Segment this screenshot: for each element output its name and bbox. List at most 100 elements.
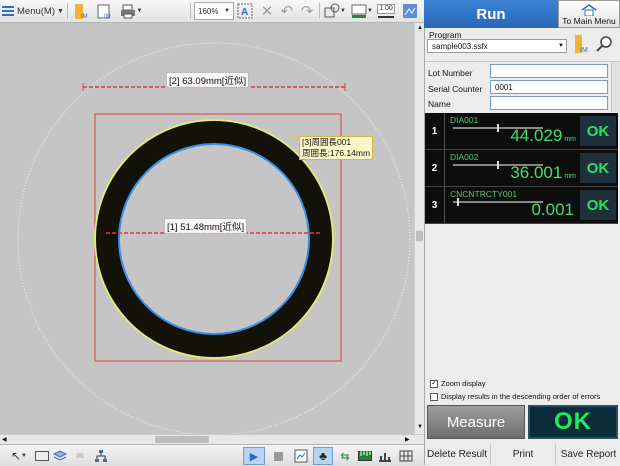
fields-scrollbar[interactable] <box>611 62 620 112</box>
descending-errors-checkbox[interactable] <box>430 393 438 401</box>
program-select[interactable]: sample003.ssfx ▼ <box>427 39 567 53</box>
horizontal-scroll-thumb[interactable] <box>155 436 209 443</box>
result-status: OK <box>580 116 616 146</box>
result-value: 36.001 mm <box>510 163 576 182</box>
serial-counter-input[interactable]: 0001 <box>490 80 608 94</box>
shape-tool-icon[interactable]: ▼ <box>322 2 348 20</box>
tolerance-bar <box>453 198 543 206</box>
serial-counter-label: Serial Counter <box>428 84 483 94</box>
to-main-menu-label: To Main Menu <box>562 16 616 26</box>
print-icon[interactable]: ▼ <box>118 2 144 20</box>
settings-image-icon[interactable] <box>399 2 421 20</box>
result-value: 0.001 <box>531 200 574 219</box>
result-value: 44.029 mm <box>510 126 576 145</box>
perimeter-label-value: 周囲長:176.14mm <box>302 148 371 158</box>
image-canvas[interactable]: [2] 63.09mm[近似] [1] 51.48mm[近似] [3]周囲長00… <box>0 23 424 434</box>
top-toolbar: Menu(M) ▼ IM IM ▼ 160% ▼ A ✕ ↶ ↷ ▼ ▼ 1.0… <box>0 0 424 23</box>
result-index: 3 <box>425 187 445 223</box>
zoom-display-checkbox[interactable]: ✓ <box>430 380 438 388</box>
pointer-tool-icon[interactable]: ↖ ▼ <box>8 447 30 465</box>
dimension-label-2[interactable]: [2] 63.09mm[近似] <box>166 72 250 88</box>
stop-icon <box>273 451 283 461</box>
scroll-left-icon[interactable]: ◀ <box>2 436 7 443</box>
hamburger-icon <box>2 6 14 16</box>
program-image-icon[interactable]: IM <box>573 34 591 54</box>
result-index: 1 <box>425 113 445 149</box>
scroll-up-icon[interactable]: ▲ <box>417 25 423 31</box>
delete-result-button[interactable]: Delete Result <box>425 444 489 465</box>
play-button[interactable]: ▶ <box>243 447 265 465</box>
chevron-down-icon: ▼ <box>136 8 143 14</box>
delete-icon[interactable]: ✕ <box>258 2 276 20</box>
redo-icon[interactable]: ↷ <box>298 2 316 20</box>
grid-icon[interactable] <box>397 447 415 465</box>
auto-fit-icon[interactable]: A <box>236 2 254 20</box>
perimeter-label[interactable]: [3]周囲長001 周囲長:176.14mm <box>299 136 374 160</box>
dimension-label-1[interactable]: [1] 51.48mm[近似] <box>164 218 248 234</box>
distance-tool-icon[interactable]: ⇆ <box>336 447 354 465</box>
chevron-down-icon: ▼ <box>367 8 373 14</box>
tree-structure-icon[interactable] <box>92 447 110 465</box>
result-status: OK <box>580 190 616 220</box>
scroll-right-icon[interactable]: ▶ <box>405 436 410 443</box>
home-icon <box>581 4 597 16</box>
vertical-scroll-thumb[interactable] <box>416 231 423 241</box>
calibration-icon[interactable] <box>376 447 394 465</box>
line-color-icon[interactable]: ▼ <box>350 2 374 20</box>
zoom-display-label: Zoom display <box>441 379 486 388</box>
line-width-value: 1.00 <box>377 4 395 14</box>
scale-tool-icon[interactable] <box>356 447 374 465</box>
result-row[interactable]: 3 CNCNTRCTY001 0.001 OK <box>425 187 618 224</box>
cursor-arrow-icon: ↖ <box>10 449 22 463</box>
to-main-menu-button[interactable]: To Main Menu <box>558 0 620 28</box>
print-button[interactable]: Print <box>490 444 555 465</box>
play-icon: ▶ <box>249 450 259 463</box>
svg-text:IM: IM <box>81 14 88 20</box>
keyboard-icon[interactable] <box>34 447 50 465</box>
edge-detect-icon: ♣ <box>319 449 327 463</box>
undo-icon[interactable]: ↶ <box>278 2 296 20</box>
save-report-button[interactable]: Save Report <box>555 444 620 465</box>
zoom-select[interactable]: 160% ▼ <box>194 2 234 20</box>
svg-text:IM: IM <box>580 47 588 54</box>
scroll-down-icon[interactable]: ▼ <box>417 424 423 430</box>
line-width-bar <box>378 16 394 18</box>
name-input[interactable] <box>490 96 608 110</box>
save-image-icon[interactable]: IM <box>96 2 114 20</box>
open-image-icon[interactable]: IM <box>72 2 92 20</box>
bottom-toolbar: ↖▼ ✉ ▶ ♣ ♣ ⇆ <box>0 444 424 466</box>
menu-button[interactable]: Menu(M) ▼ <box>2 2 64 20</box>
layers-icon[interactable] <box>52 447 68 465</box>
result-index: 2 <box>425 150 445 186</box>
image-mode-icon[interactable] <box>292 447 310 465</box>
chevron-down-icon: ▼ <box>340 8 346 14</box>
stop-button[interactable] <box>268 447 288 465</box>
svg-text:A: A <box>241 7 248 18</box>
chevron-down-icon: ▼ <box>57 7 64 15</box>
chevron-down-icon: ▼ <box>558 43 564 49</box>
lot-number-input[interactable] <box>490 64 608 78</box>
result-name: DIA002 <box>450 152 479 162</box>
perimeter-label-title: [3]周囲長001 <box>302 137 352 147</box>
descending-errors-label: Display results in the descending order … <box>441 392 601 401</box>
results-empty-area <box>425 224 620 376</box>
name-label: Name <box>428 99 451 109</box>
lot-number-label: Lot Number <box>428 68 473 78</box>
overall-status: OK <box>528 405 618 439</box>
svg-text:IM: IM <box>104 14 111 20</box>
program-search-icon[interactable] <box>595 34 615 54</box>
result-status: OK <box>580 153 616 183</box>
zoom-value: 160% <box>198 6 219 16</box>
line-width-select[interactable]: 1.00 <box>375 2 397 20</box>
comment-icon[interactable]: ✉ <box>72 447 88 465</box>
result-row[interactable]: 2 DIA002 36.001 mm OK <box>425 150 618 187</box>
double-arrow-icon: ⇆ <box>340 450 350 463</box>
chevron-down-icon: ▼ <box>21 453 27 459</box>
result-name: DIA001 <box>450 115 479 125</box>
measure-button[interactable]: Measure <box>427 405 525 439</box>
edge-detect-button[interactable]: ♣ <box>313 447 333 465</box>
result-name: CNCNTRCTY001 <box>450 189 518 199</box>
program-value: sample003.ssfx <box>432 41 488 51</box>
run-header: Run <box>424 0 558 28</box>
result-row[interactable]: 1 DIA001 44.029 mm OK <box>425 113 618 150</box>
